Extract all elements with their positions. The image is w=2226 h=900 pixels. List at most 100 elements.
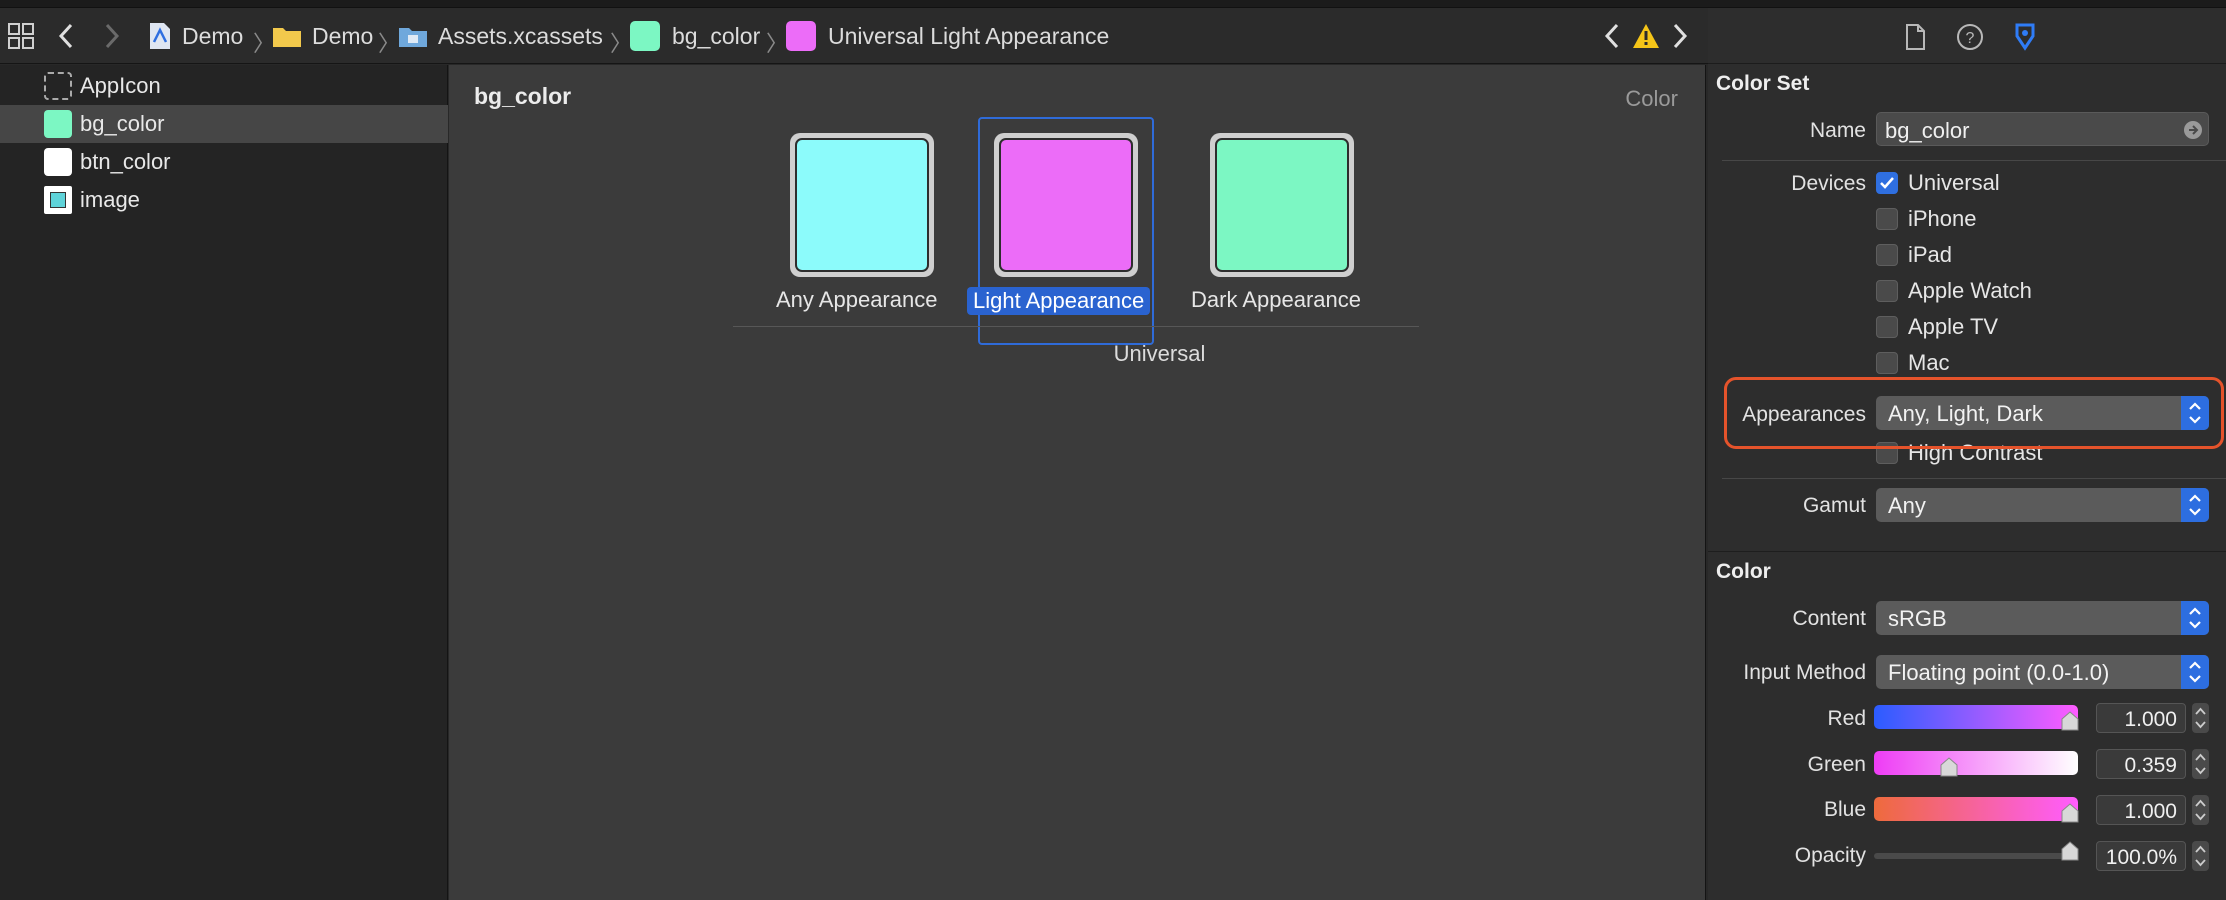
red-label: Red xyxy=(1827,707,1866,730)
opacity-value-field[interactable]: 100.0% xyxy=(2096,841,2186,871)
name-field-value: bg_color xyxy=(1885,118,1970,143)
folder-icon xyxy=(273,28,301,47)
green-label: Green xyxy=(1807,753,1866,776)
slider-thumb-icon[interactable] xyxy=(2060,803,2080,823)
go-arrow-icon[interactable] xyxy=(2182,119,2204,141)
checkbox-ipad[interactable] xyxy=(1876,244,1898,266)
group-label-wrap: Universal xyxy=(449,341,1706,367)
crumb-label: Assets.xcassets xyxy=(438,22,603,49)
crumb-project[interactable]: Demo xyxy=(148,8,243,64)
well-label-any[interactable]: Any Appearance xyxy=(776,287,937,313)
chevron-right-icon: 〉 xyxy=(610,31,633,56)
checkbox-apple-tv[interactable] xyxy=(1876,316,1898,338)
group-divider xyxy=(733,326,1419,327)
window-top-strip xyxy=(0,0,2226,8)
nav-item-label: bg_color xyxy=(80,111,165,136)
nav-item-bg-color[interactable]: bg_color xyxy=(0,105,448,143)
opacity-stepper[interactable] xyxy=(2192,841,2209,871)
related-items-icon[interactable] xyxy=(8,8,34,64)
asset-navigator: AppIcon bg_color btn_color image xyxy=(0,65,448,900)
red-stepper[interactable] xyxy=(2192,703,2209,733)
color-swatch-icon xyxy=(630,21,660,51)
name-label: Name xyxy=(1809,119,1866,142)
attributes-inspector-icon[interactable] xyxy=(2010,22,2040,52)
slider-thumb-icon[interactable] xyxy=(2060,711,2080,731)
blue-value-field[interactable]: 1.000 xyxy=(2096,795,2186,825)
crumb-asset-catalog[interactable]: Assets.xcassets xyxy=(398,8,603,64)
device-label-apple-tv: Apple TV xyxy=(1908,314,1999,339)
devices-label: Devices xyxy=(1791,172,1866,195)
blue-slider[interactable] xyxy=(1874,797,2080,823)
color-set-title: bg_color xyxy=(474,83,572,109)
slider-thumb-icon[interactable] xyxy=(2060,841,2080,861)
checkbox-mac[interactable] xyxy=(1876,352,1898,374)
device-group-label: Universal xyxy=(1113,341,1206,366)
inspector-tab-bar: ? xyxy=(1708,8,2226,64)
nav-item-label: image xyxy=(80,187,140,212)
crumb-color-set[interactable]: bg_color xyxy=(630,8,760,64)
forward-button[interactable] xyxy=(104,8,120,64)
gamut-popup[interactable]: Any xyxy=(1876,488,2209,522)
nav-item-btn-color[interactable]: btn_color xyxy=(0,143,448,181)
content-value: sRGB xyxy=(1888,606,1947,631)
chevron-right-icon: 〉 xyxy=(766,31,789,56)
color-swatch-icon xyxy=(44,148,72,176)
asset-catalog-icon xyxy=(399,28,427,47)
asset-kind-label: Color xyxy=(1625,86,1678,111)
opacity-value: 100.0% xyxy=(2105,846,2177,869)
opacity-label: Opacity xyxy=(1794,844,1866,867)
input-method-popup[interactable]: Floating point (0.0-1.0) xyxy=(1876,655,2209,689)
checkbox-universal[interactable] xyxy=(1876,172,1898,194)
well-label-light[interactable]: Light Appearance xyxy=(967,287,1151,315)
back-button[interactable] xyxy=(58,8,74,64)
green-stepper[interactable] xyxy=(2192,749,2209,779)
checkbox-iphone[interactable] xyxy=(1876,208,1898,230)
color-set-section-title: Color Set xyxy=(1716,72,1810,95)
color-well-any[interactable] xyxy=(790,133,934,277)
blue-stepper[interactable] xyxy=(2192,795,2209,825)
divider xyxy=(1722,160,2226,161)
crumb-label: Demo xyxy=(312,22,374,49)
next-issue-button[interactable] xyxy=(1672,8,1688,64)
checkmark-icon xyxy=(1880,177,1894,189)
checkbox-apple-watch[interactable] xyxy=(1876,280,1898,302)
well-label-dark[interactable]: Dark Appearance xyxy=(1191,287,1361,313)
green-value-field[interactable]: 0.359 xyxy=(2096,749,2186,779)
red-value-field[interactable]: 1.000 xyxy=(2096,703,2186,733)
red-value: 1.000 xyxy=(2124,708,2177,731)
help-inspector-icon[interactable]: ? xyxy=(1955,22,1985,52)
divider xyxy=(1722,478,2226,479)
color-well-light[interactable] xyxy=(994,133,1138,277)
device-label-mac: Mac xyxy=(1908,350,1950,375)
green-slider[interactable] xyxy=(1874,751,2078,777)
jump-bar: Demo 〉 Demo 〉 Assets.xcassets 〉 bg_color… xyxy=(0,8,1708,64)
appicon-icon xyxy=(44,72,72,100)
appearances-highlight-annotation xyxy=(1724,377,2224,449)
previous-issue-button[interactable] xyxy=(1604,8,1620,64)
color-well-swatch xyxy=(999,138,1133,272)
device-label-iphone: iPhone xyxy=(1908,206,1977,231)
device-label-apple-watch: Apple Watch xyxy=(1908,278,2032,303)
section-separator xyxy=(1708,551,2226,552)
opacity-slider[interactable] xyxy=(1874,841,2079,861)
slider-thumb-icon[interactable] xyxy=(1939,757,1959,777)
color-swatch-icon xyxy=(44,110,72,138)
color-well-swatch xyxy=(1215,138,1349,272)
crumb-label: Universal Light Appearance xyxy=(828,22,1110,49)
content-popup[interactable]: sRGB xyxy=(1876,601,2209,635)
green-value: 0.359 xyxy=(2124,754,2177,777)
nav-item-appicon[interactable]: AppIcon xyxy=(0,67,448,105)
crumb-folder[interactable]: Demo xyxy=(272,8,373,64)
color-well-dark[interactable] xyxy=(1210,133,1354,277)
popup-arrows-icon xyxy=(2181,655,2209,689)
crumb-appearance[interactable]: Universal Light Appearance xyxy=(786,8,1109,64)
popup-arrows-icon xyxy=(2181,601,2209,635)
file-inspector-icon[interactable] xyxy=(1900,22,1930,52)
image-set-icon xyxy=(44,186,72,214)
nav-item-image[interactable]: image xyxy=(0,181,448,219)
asset-editor: bg_color Color Any Appearance Light Appe… xyxy=(449,65,1706,900)
warning-icon[interactable] xyxy=(1632,8,1660,64)
blue-label: Blue xyxy=(1823,798,1866,821)
name-field[interactable]: bg_color xyxy=(1876,112,2209,146)
red-slider[interactable] xyxy=(1874,705,2080,731)
